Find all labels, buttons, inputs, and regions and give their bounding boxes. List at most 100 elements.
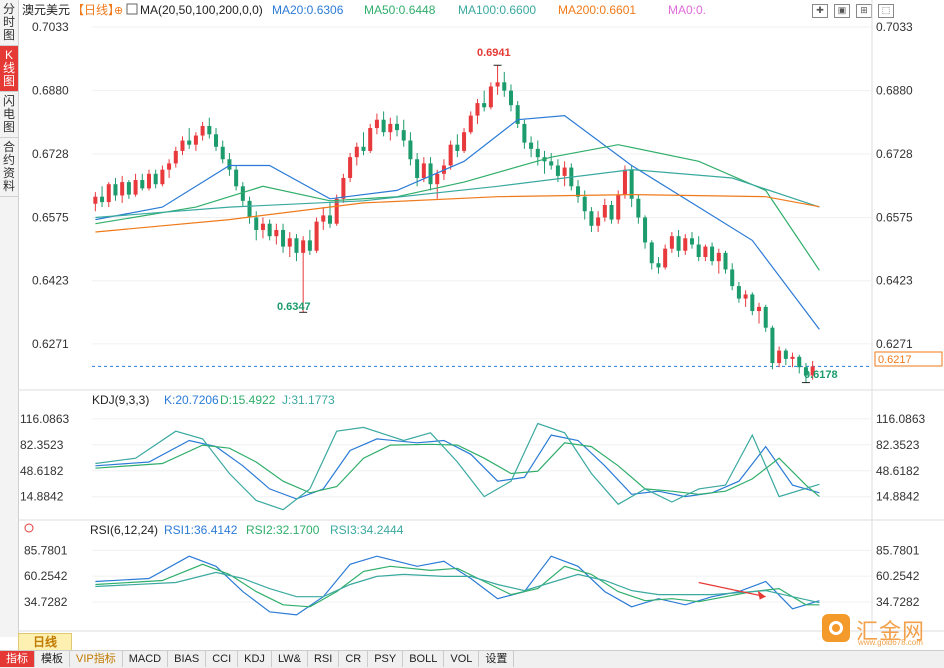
candle-body: [736, 286, 741, 299]
candle-body: [616, 194, 621, 220]
rsi3-value: RSI3:34.2444: [330, 523, 404, 537]
candle-body: [281, 229, 286, 247]
y-tick-label-right: 0.6575: [876, 210, 913, 224]
candle-body: [133, 180, 138, 195]
tab-kdj[interactable]: KDJ: [238, 651, 272, 667]
tab-vip-indicators[interactable]: VIP指标: [70, 651, 123, 667]
tab-psy[interactable]: PSY: [368, 651, 404, 667]
candle-body: [482, 103, 487, 108]
candle-body: [341, 177, 346, 199]
candle-body: [663, 248, 668, 268]
candle-body: [307, 240, 312, 251]
tab-lw[interactable]: LW&: [272, 651, 308, 667]
candle-body: [602, 205, 607, 218]
candle-body: [750, 294, 755, 312]
y-tick-label-right: 0.6880: [876, 84, 913, 98]
y-tick-label-left: 0.6880: [32, 84, 69, 98]
period-label: 【日线】: [72, 3, 120, 17]
candle-body: [167, 163, 172, 170]
y-tick-label-left: 0.6728: [32, 147, 69, 161]
candle-body: [314, 221, 319, 251]
candle-body: [596, 217, 601, 226]
candle-body: [274, 229, 279, 237]
candle-body: [508, 90, 513, 106]
candle-body: [381, 119, 386, 133]
tab-flash[interactable]: 闪电图: [0, 92, 18, 138]
y-tick-label-right: 0.6728: [876, 147, 913, 161]
add-icon[interactable]: ⊕: [114, 5, 123, 17]
y-tick-label-right: 116.0863: [876, 412, 925, 426]
candle-body: [187, 140, 192, 145]
trend-arrow-head: [757, 590, 766, 600]
y-tick-label-right: 0.6271: [876, 337, 913, 351]
candle-body: [113, 184, 118, 196]
tab-indicators[interactable]: 指标: [0, 651, 35, 667]
candle-body: [582, 196, 587, 212]
tab-bias[interactable]: BIAS: [168, 651, 207, 667]
y-tick-label-left: 0.7033: [32, 20, 69, 34]
chart-icon[interactable]: [126, 3, 138, 15]
candle-body: [502, 82, 507, 91]
y-tick-label-right: 34.7282: [876, 595, 920, 609]
candle-body: [676, 236, 681, 251]
tab-contract-info[interactable]: 合约资料: [0, 138, 18, 197]
tab-boll[interactable]: BOLL: [403, 651, 445, 667]
tab-vol[interactable]: VOL: [444, 651, 480, 667]
ma200-value: MA200:0.6601: [558, 3, 636, 17]
candle-body: [354, 146, 359, 158]
tab-cr[interactable]: CR: [339, 651, 369, 667]
candle-body: [455, 144, 460, 151]
candle-body: [200, 125, 205, 136]
candle-body: [790, 356, 795, 359]
candle-body: [301, 240, 306, 253]
candle-body: [797, 356, 802, 368]
candle-body: [388, 123, 393, 133]
candle-body: [214, 134, 219, 147]
candle-body: [374, 119, 379, 129]
candle-body: [783, 350, 788, 359]
tab-settings[interactable]: 设置: [479, 651, 515, 667]
y-tick-label-left: 116.0863: [20, 412, 69, 426]
tab-kline[interactable]: K线图: [0, 46, 18, 92]
candle-body: [428, 163, 433, 185]
high-annotation: 0.6941: [477, 47, 511, 59]
settings-icon[interactable]: [24, 523, 34, 533]
candle-body: [435, 173, 440, 185]
candle-body: [529, 142, 534, 149]
candle-body: [408, 140, 413, 160]
candle-body: [703, 246, 708, 257]
candle-body: [743, 294, 748, 299]
candle-body: [153, 173, 158, 185]
rsi-lines: [95, 555, 820, 616]
ma0-value: MA0:0.: [668, 3, 706, 17]
candle-body: [462, 132, 467, 151]
tab-rsi[interactable]: RSI: [308, 651, 340, 667]
candle-body: [656, 263, 661, 268]
candle-body: [636, 198, 641, 218]
tab-timeshare[interactable]: 分时图: [0, 0, 18, 46]
left-sidebar: 分时图 K线图 闪电图 合约资料: [0, 0, 19, 637]
candle-body: [180, 140, 185, 151]
axis-labels: 0.7033 0.7033 0.6880 0.6880 0.6728 0.6728 0.65…: [20, 20, 925, 609]
kdj-title: KDJ(9,3,3): [92, 393, 149, 407]
tab-cci[interactable]: CCI: [206, 651, 239, 667]
tab-macd[interactable]: MACD: [123, 651, 169, 667]
candle-body: [522, 123, 527, 143]
chart-area[interactable]: 0.7033 0.7033 0.6880 0.6880 0.6728 0.6728 0.65…: [18, 0, 944, 633]
candle-body: [475, 103, 480, 116]
kdj-k-value: K:20.7206: [164, 393, 219, 407]
tab-template[interactable]: 模板: [35, 651, 70, 667]
candle-body: [549, 161, 554, 166]
candle-body: [207, 125, 212, 135]
candle-body: [267, 223, 272, 237]
candle-body: [100, 196, 105, 203]
candle-body: [710, 246, 715, 262]
candle-body: [93, 196, 98, 204]
period-button[interactable]: 日线: [18, 633, 72, 651]
candle-body: [689, 238, 694, 245]
candle-body: [649, 242, 654, 264]
rsi2-value: RSI2:32.1700: [246, 523, 320, 537]
candle-body: [140, 180, 145, 189]
candle-body: [260, 223, 265, 230]
candle-body: [193, 135, 198, 145]
